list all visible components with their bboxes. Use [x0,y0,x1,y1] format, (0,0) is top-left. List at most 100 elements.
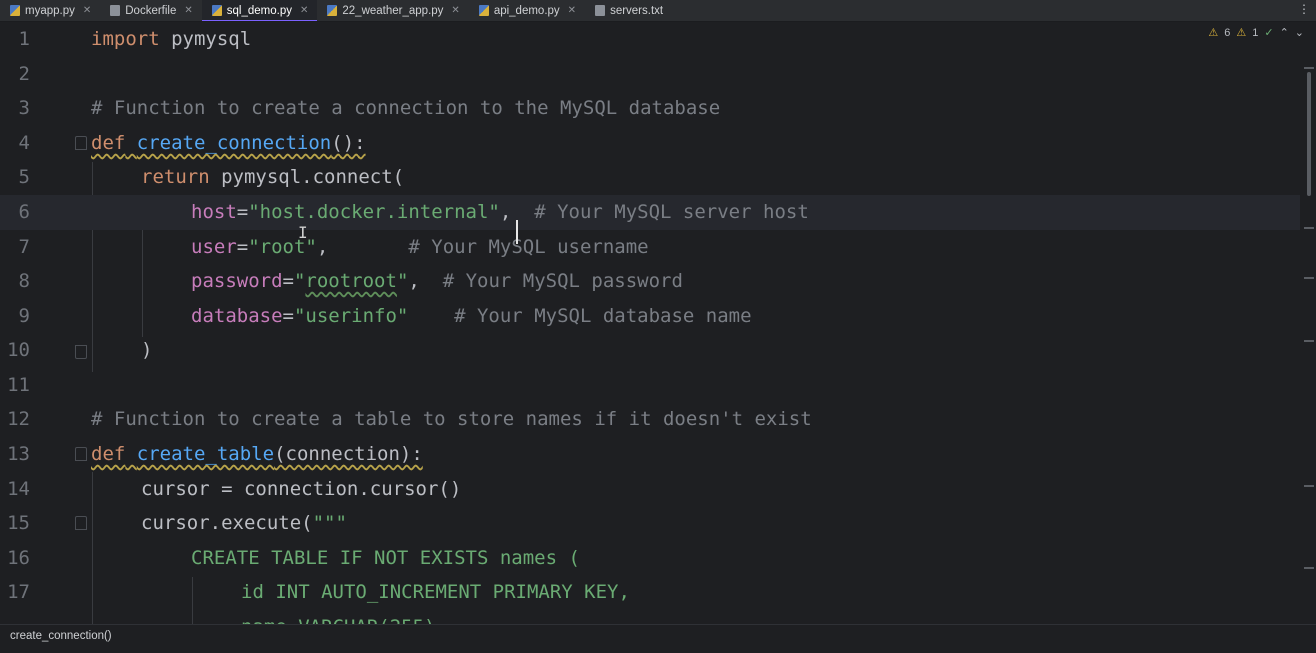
fold-icon[interactable] [75,447,87,461]
line-number: 16 [7,547,30,569]
python-file-icon [10,5,20,16]
current-code-line: 6 host="host.docker.internal", # Your My… [0,195,1300,230]
code-line: 5 return pymysql.connect( [0,160,1300,195]
code-comment: # Function to create a connection to the… [91,97,721,119]
line-number: 1 [18,28,30,50]
tab-dockerfile[interactable]: Dockerfile ✕ [100,0,202,21]
line-number: 12 [7,408,30,430]
fold-end-icon[interactable] [75,345,87,359]
weak-warning-count: 1 [1252,26,1259,39]
code-line-partial: name VARCHAR(255) [0,610,1300,624]
close-icon[interactable]: ✕ [568,5,576,16]
code-line: 13 def create_table(connection): [0,437,1300,472]
error-stripe-mark[interactable] [1304,277,1314,279]
code-comment: # Function to create a table to store na… [91,408,812,430]
line-number: 8 [18,270,30,292]
python-file-icon [327,5,338,16]
line-number: 9 [18,305,30,327]
code-line: 2 [0,57,1300,92]
weak-warning-icon: ⚠ [1236,27,1247,39]
editor-tab-bar: myapp.py ✕ Dockerfile ✕ sql_demo.py ✕ 22… [0,0,1316,22]
line-number: 10 [7,339,30,361]
docker-file-icon [110,5,121,16]
warning-count: 6 [1224,26,1231,39]
code-line: 14 cursor = connection.cursor() [0,472,1300,507]
code-text: password="rootroot", # Your MySQL passwo… [191,270,683,292]
code-line: 4 def create_connection(): [0,126,1300,161]
close-icon[interactable]: ✕ [83,5,91,16]
breadcrumb-bar: create_connection() [0,624,1316,653]
tab-weather-app[interactable]: 22_weather_app.py ✕ [317,0,468,21]
code-line: 10 ) [0,333,1300,368]
breadcrumb[interactable]: create_connection() [10,630,112,642]
code-text: def create_connection(): [91,132,366,154]
checkmark-icon: ✓ [1264,27,1274,39]
more-tabs-icon[interactable]: ⋮ [1298,2,1310,16]
line-number: 6 [18,201,30,223]
code-text: ) [141,339,153,361]
inspection-widget[interactable]: ⚠ 6 ⚠ 1 ✓ ⌃ ⌄ [1208,26,1304,40]
code-text: import pymysql [91,28,252,50]
code-text: id INT AUTO_INCREMENT PRIMARY KEY, [241,581,630,603]
error-stripe-mark[interactable] [1304,340,1314,342]
tab-label: myapp.py [25,4,75,17]
line-number: 7 [18,236,30,258]
code-text: def create_table(connection): [91,443,423,465]
close-icon[interactable]: ✕ [184,5,192,16]
error-stripe-mark[interactable] [1304,567,1314,569]
line-number: 15 [7,512,30,534]
text-file-icon [595,5,606,16]
tab-label: 22_weather_app.py [342,4,444,17]
code-editor[interactable]: 1 import pymysql 2 3 # Function to creat… [0,22,1316,624]
code-text: return pymysql.connect( [141,166,405,188]
tab-label: Dockerfile [125,4,177,17]
line-number: 5 [18,166,30,188]
line-number: 13 [7,443,30,465]
close-icon[interactable]: ✕ [451,5,459,16]
text-caret [516,220,518,244]
code-line: 15 cursor.execute(""" [0,506,1300,541]
line-number: 17 [7,581,30,603]
error-stripe-mark[interactable] [1304,485,1314,487]
code-text: name VARCHAR(255) [241,610,435,624]
close-icon[interactable]: ✕ [300,5,308,16]
next-highlight-icon[interactable]: ⌄ [1295,26,1304,39]
warning-icon: ⚠ [1208,27,1219,39]
python-file-icon [478,5,489,16]
line-number: 11 [7,374,30,396]
scrollbar-thumb[interactable] [1307,72,1311,196]
line-number: 3 [18,97,30,119]
code-text: CREATE TABLE IF NOT EXISTS names ( [191,547,580,569]
line-number: 2 [18,63,30,85]
code-line: 9 database="userinfo" # Your MySQL datab… [0,299,1300,334]
tab-api-demo[interactable]: api_demo.py ✕ [469,0,585,21]
tab-label: servers.txt [610,4,664,17]
tab-label: api_demo.py [493,4,560,17]
python-file-icon [211,5,222,16]
code-line: 7 user="root", # Your MySQL username [0,230,1300,265]
fold-icon[interactable] [75,516,87,530]
tab-sql-demo[interactable]: sql_demo.py ✕ [201,0,318,21]
code-line: 12 # Function to create a table to store… [0,402,1300,437]
error-stripe-mark[interactable] [1304,67,1314,69]
code-line: 17 id INT AUTO_INCREMENT PRIMARY KEY, [0,575,1300,610]
prev-highlight-icon[interactable]: ⌃ [1280,26,1289,39]
code-line: 16 CREATE TABLE IF NOT EXISTS names ( [0,541,1300,576]
code-line: 1 import pymysql [0,22,1300,57]
code-line: 3 # Function to create a connection to t… [0,91,1300,126]
code-text: cursor = connection.cursor() [141,478,462,500]
tab-servers[interactable]: servers.txt [585,0,672,21]
error-stripe-mark[interactable] [1304,227,1314,229]
code-line: 8 password="rootroot", # Your MySQL pass… [0,264,1300,299]
code-text: host="host.docker.internal", # Your MySQ… [191,201,809,223]
code-line: 11 [0,368,1300,403]
code-text: database="userinfo" # Your MySQL databas… [191,305,752,327]
line-number: 14 [7,478,30,500]
tab-myapp[interactable]: myapp.py ✕ [0,0,100,21]
code-text: user="root", # Your MySQL username [191,236,649,258]
vertical-scrollbar[interactable] [1304,22,1314,624]
line-number: 4 [18,132,30,154]
code-text: cursor.execute(""" [141,512,347,534]
mouse-ibeam-cursor: I [298,223,308,242]
fold-icon[interactable] [75,136,87,150]
